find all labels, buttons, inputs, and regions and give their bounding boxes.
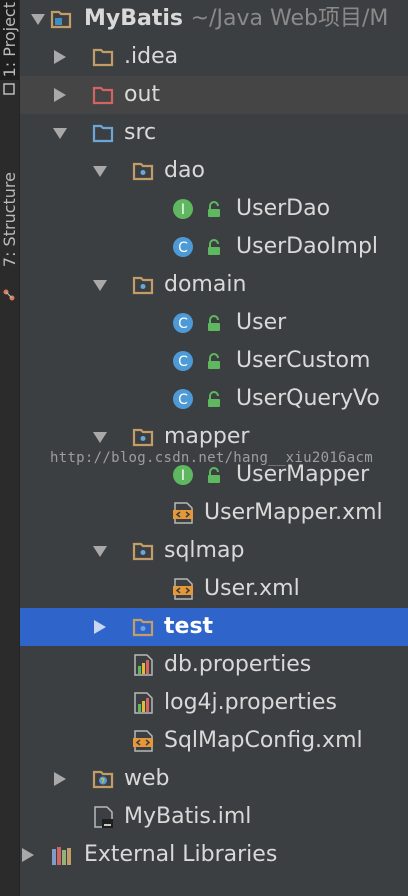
tree-row-usermapper-xml[interactable]: UserMapper.xml <box>20 494 408 532</box>
chevron-down-icon[interactable] <box>30 12 46 26</box>
tree-row-user[interactable]: C User <box>20 304 408 342</box>
lock-icon <box>208 391 220 407</box>
lock-icon <box>208 353 220 369</box>
project-icon <box>3 83 15 95</box>
tree-row-sqlmapconfig-xml[interactable]: SqlMapConfig.xml <box>20 722 408 760</box>
xml-file-icon <box>173 502 193 524</box>
project-tool-tab[interactable]: 1: Project <box>0 0 19 80</box>
root-path: ~/Java Web项目/M <box>190 6 389 31</box>
class-icon: C <box>173 237 193 257</box>
module-folder-icon <box>50 10 72 29</box>
chevron-right-icon[interactable] <box>52 88 68 102</box>
source-folder-icon <box>92 124 114 143</box>
tree-row-mybatis-iml[interactable]: MyBatis.iml <box>20 798 408 836</box>
tree-label: domain <box>164 272 247 297</box>
watermark-text: http://blog.csdn.net/hang__xiu2016acm <box>50 450 373 466</box>
chevron-right-icon[interactable] <box>92 620 108 634</box>
xml-file-icon <box>173 578 193 600</box>
folder-icon <box>92 48 114 67</box>
tree-row-src[interactable]: src <box>20 114 408 152</box>
tree-label: UserDaoImpl <box>236 234 379 259</box>
chevron-down-icon[interactable] <box>92 430 108 444</box>
tree-row-test[interactable]: test <box>20 608 408 646</box>
chevron-down-icon[interactable] <box>52 126 68 140</box>
root-label: MyBatis <box>84 6 183 31</box>
tree-row-userdao[interactable]: I UserDao <box>20 190 408 228</box>
interface-icon: I <box>173 199 193 219</box>
chevron-down-icon[interactable] <box>92 164 108 178</box>
chevron-down-icon[interactable] <box>92 544 108 558</box>
chevron-right-icon[interactable] <box>20 848 36 862</box>
tree-row-web[interactable]: web <box>20 760 408 798</box>
tree-row-log4j-properties[interactable]: log4j.properties <box>20 684 408 722</box>
svg-text:C: C <box>178 392 188 408</box>
tree-label: dao <box>164 158 205 183</box>
svg-text:C: C <box>178 316 188 332</box>
tree-label: MyBatis.iml <box>124 804 252 829</box>
tree-label: User.xml <box>204 576 300 601</box>
svg-text:I: I <box>181 202 185 218</box>
iml-file-icon <box>94 806 113 828</box>
class-icon: C <box>173 389 193 409</box>
structure-tab-label: 7: Structure <box>0 172 19 268</box>
tree-row-usercustom[interactable]: C UserCustom <box>20 342 408 380</box>
properties-file-icon <box>134 692 153 714</box>
interface-icon: I <box>173 465 193 485</box>
tree-row-domain[interactable]: domain <box>20 266 408 304</box>
tree-row-userqueryvo[interactable]: C UserQueryVo <box>20 380 408 418</box>
xml-file-icon <box>133 730 153 752</box>
lock-icon <box>208 467 220 483</box>
tree-row-db-properties[interactable]: db.properties <box>20 646 408 684</box>
tree-label: log4j.properties <box>164 690 337 715</box>
structure-tool-tab[interactable]: 7: Structure <box>0 140 19 300</box>
tree-label: External Libraries <box>84 842 278 867</box>
package-icon <box>132 542 154 561</box>
chevron-down-icon[interactable] <box>92 278 108 292</box>
tree-row-user-xml[interactable]: User.xml <box>20 570 408 608</box>
project-tree: MyBatis ~/Java Web项目/M .idea out src dao… <box>20 0 408 896</box>
tree-label: db.properties <box>164 652 312 677</box>
svg-text:C: C <box>178 240 188 256</box>
chevron-right-icon[interactable] <box>52 772 68 786</box>
svg-text:I: I <box>181 468 185 484</box>
structure-icon <box>3 289 15 301</box>
tree-row-sqlmap[interactable]: sqlmap <box>20 532 408 570</box>
lock-icon <box>208 315 220 331</box>
tree-row-root[interactable]: MyBatis ~/Java Web项目/M <box>20 0 408 38</box>
tree-row-external-libraries[interactable]: External Libraries <box>20 836 408 874</box>
project-tab-label: 1: Project <box>0 2 19 78</box>
tree-label: User <box>236 310 287 335</box>
excluded-folder-icon <box>92 86 114 105</box>
tree-row-out[interactable]: out <box>20 76 408 114</box>
tree-row-userdaoimpl[interactable]: C UserDaoImpl <box>20 228 408 266</box>
tree-label: UserMapper.xml <box>204 500 383 525</box>
chevron-right-icon[interactable] <box>52 50 68 64</box>
package-icon <box>132 162 154 181</box>
tree-label: UserCustom <box>236 348 371 373</box>
tree-label: SqlMapConfig.xml <box>164 728 363 753</box>
tree-label: src <box>124 120 157 145</box>
web-folder-icon <box>92 770 114 789</box>
libraries-icon <box>52 847 71 865</box>
lock-icon <box>208 239 220 255</box>
tree-label: test <box>164 614 214 639</box>
class-icon: C <box>173 313 193 333</box>
tree-label: web <box>124 766 170 791</box>
svg-text:C: C <box>178 354 188 370</box>
package-icon <box>132 276 154 295</box>
tree-row-idea[interactable]: .idea <box>20 38 408 76</box>
tree-label: .idea <box>124 44 179 69</box>
class-icon: C <box>173 351 193 371</box>
package-icon <box>132 618 154 637</box>
tree-label: mapper <box>164 424 250 449</box>
lock-icon <box>208 201 220 217</box>
tree-row-dao[interactable]: dao <box>20 152 408 190</box>
package-icon <box>132 428 154 447</box>
tool-window-strip: 1: Project 7: Structure <box>0 0 20 896</box>
tree-label: sqlmap <box>164 538 245 563</box>
tree-label: UserDao <box>236 196 331 221</box>
properties-file-icon <box>134 654 153 676</box>
tree-label: UserQueryVo <box>236 386 380 411</box>
tree-label: out <box>124 82 161 107</box>
